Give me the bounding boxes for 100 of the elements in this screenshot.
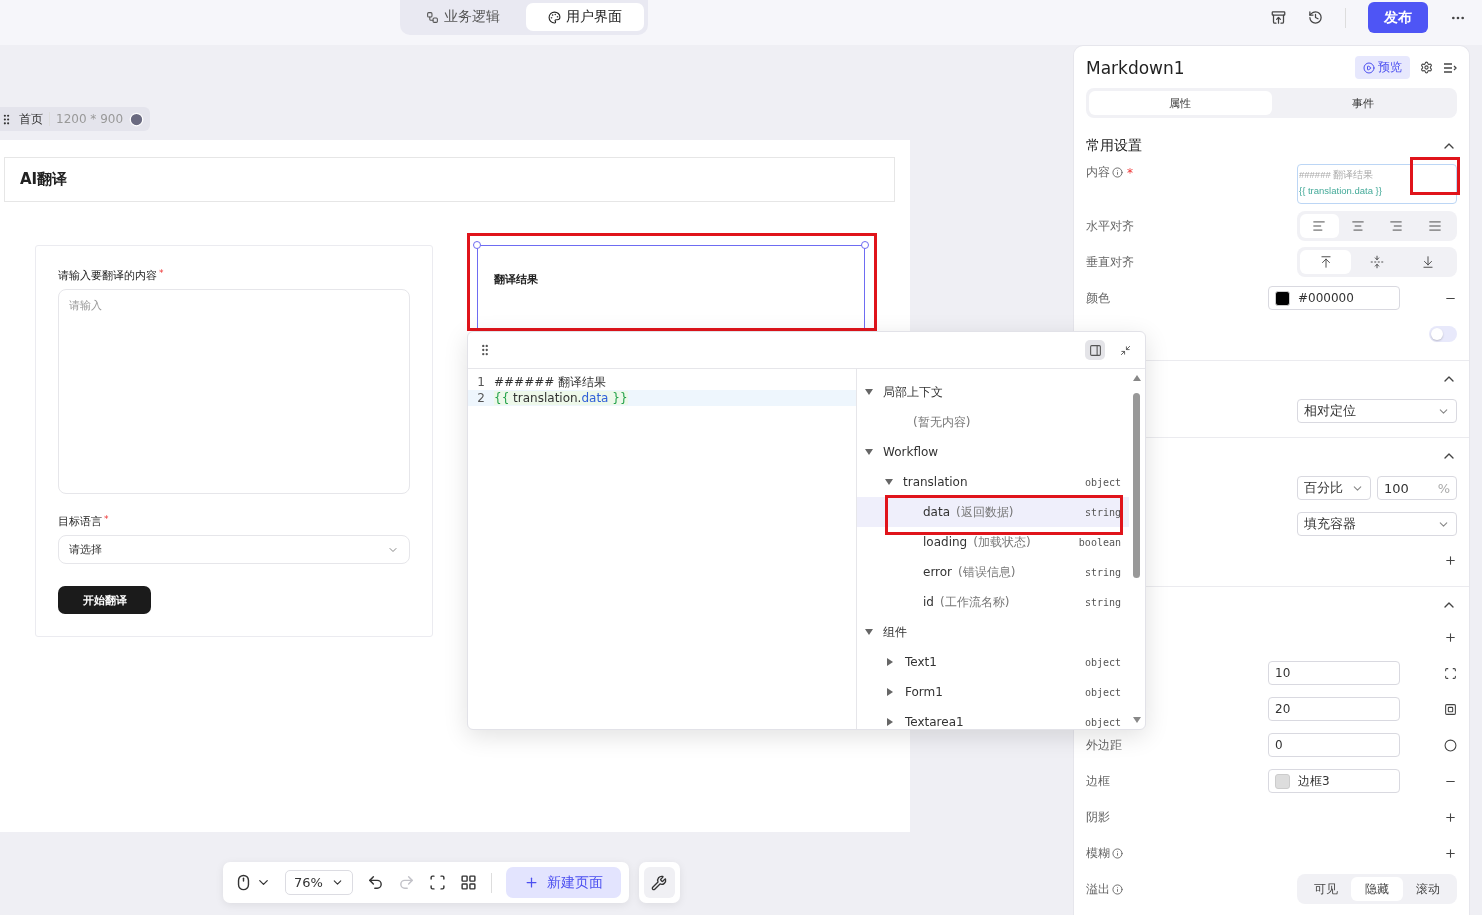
field-label: 目标语言 (58, 513, 102, 529)
nested-square-icon[interactable] (1444, 702, 1457, 716)
field-label: 边框 (1086, 772, 1110, 790)
fit-screen-icon[interactable] (428, 874, 446, 891)
field-label: 外边距 (1086, 736, 1122, 754)
tree-item[interactable]: translation object (857, 467, 1129, 497)
align-justify-icon (1427, 219, 1442, 233)
caret-icon[interactable] (887, 688, 893, 696)
page-size: 1200 * 900 (56, 112, 124, 126)
component-title: Markdown1 (1086, 57, 1185, 78)
plus-icon[interactable] (1444, 553, 1457, 567)
tree-item[interactable]: Form1 object (857, 677, 1129, 707)
select-field[interactable]: 相对定位 (1297, 399, 1457, 423)
tree-item[interactable]: Text1 object (857, 647, 1129, 677)
overflow-option[interactable]: 滚动 (1402, 877, 1454, 901)
caret-icon[interactable] (887, 658, 893, 666)
field-label: 模糊 (1086, 844, 1110, 862)
field-label: 请输入要翻译的内容 (58, 268, 157, 283)
required-mark: * (104, 513, 109, 526)
field-label: 垂直对齐 (1086, 253, 1134, 271)
color-field[interactable]: 边框3 (1268, 769, 1400, 793)
empty-note: (暂无内容) (913, 413, 971, 431)
wrench-icon[interactable] (643, 867, 675, 898)
code-line: ###### 翻译结果 (494, 373, 607, 391)
mode-tab[interactable]: 业务逻辑 (404, 3, 522, 31)
line-number: 2 (476, 391, 486, 405)
plus-icon[interactable] (1444, 810, 1457, 824)
plus-icon[interactable] (1444, 846, 1457, 860)
plus-icon[interactable] (1444, 630, 1457, 644)
resize-handle[interactable] (473, 241, 481, 249)
tree-item[interactable]: 组件 (857, 617, 1129, 647)
translate-button[interactable]: 开始翻译 (58, 586, 151, 614)
select-field[interactable]: 填充容器 (1297, 512, 1457, 536)
tree-item[interactable]: data (返回数据) string (857, 497, 1129, 527)
markdown-block[interactable]: 翻译结果 (477, 245, 865, 330)
field-label: 溢出 (1086, 880, 1110, 898)
color-field[interactable]: #000000 (1268, 286, 1400, 310)
field-label: 内容 (1086, 164, 1110, 181)
plus-icon (523, 875, 539, 890)
caret-icon[interactable] (887, 718, 893, 726)
select-placeholder: 请选择 (69, 542, 102, 558)
tree-item[interactable]: id (工作流名称) string (857, 587, 1129, 617)
align-bottom-icon (1421, 255, 1436, 269)
tree-item[interactable]: Textarea1 object (857, 707, 1129, 729)
select-field[interactable]: 请选择 (58, 534, 410, 565)
required-mark: * (159, 268, 164, 280)
field-label: 颜色 (1086, 289, 1110, 307)
publish-button[interactable]: 发布 (1368, 2, 1428, 33)
new-page-button[interactable]: 新建页面 (505, 867, 621, 898)
tree-item[interactable]: Workflow (857, 437, 1129, 467)
number-input[interactable]: 0 (1268, 733, 1400, 757)
preview-button[interactable]: 预览 (1355, 56, 1410, 80)
settings-icon[interactable] (1420, 61, 1433, 75)
tree-item[interactable]: loading (加载状态) boolean (857, 527, 1129, 557)
align-right-icon (1389, 219, 1404, 233)
caret-icon[interactable] (865, 389, 873, 395)
page-name: 首页 (19, 110, 43, 128)
unit-select[interactable]: 百分比 (1297, 476, 1371, 500)
align-middle-icon (1370, 255, 1384, 269)
select-value: 填充容器 (1304, 515, 1356, 533)
field-label: 水平对齐 (1086, 217, 1134, 235)
corners-icon[interactable] (1444, 666, 1457, 680)
field-label: 阴影 (1086, 808, 1110, 826)
page-chip[interactable]: 首页 1200 * 900 (0, 107, 151, 131)
tree-item[interactable]: 局部上下文 (857, 377, 1129, 407)
archive-icon[interactable] (1271, 10, 1286, 25)
undo-icon[interactable] (366, 874, 384, 891)
mouse-icon[interactable] (235, 874, 252, 891)
code-editor[interactable]: 1 ###### 翻译结果 2 {{ translation.data }} (468, 369, 857, 729)
caret-icon[interactable] (865, 449, 873, 455)
mode-tab[interactable]: 用户界面 (526, 3, 644, 31)
caret-icon[interactable] (865, 629, 873, 635)
zoom-select[interactable]: 76% (285, 870, 353, 895)
tree-item[interactable]: error (错误信息) string (857, 557, 1129, 587)
header-title: AI翻译 (20, 170, 68, 189)
palette-icon (548, 10, 561, 24)
overflow-option[interactable]: 隐藏 (1351, 877, 1403, 901)
toggle-switch[interactable] (1429, 326, 1457, 342)
number-input[interactable]: 20 (1268, 697, 1400, 721)
number-input[interactable]: 10 (1268, 661, 1400, 685)
align-left-icon (1312, 219, 1327, 233)
overflow-option[interactable]: 可见 (1300, 877, 1352, 901)
grid-icon[interactable] (459, 874, 477, 891)
select-value: 相对定位 (1304, 402, 1356, 420)
text-area[interactable]: 请输入 (58, 289, 410, 494)
caret-icon[interactable] (885, 479, 893, 485)
line-number: 1 (476, 375, 486, 389)
align-center-icon (1350, 219, 1365, 233)
collapse-panel-icon[interactable] (1443, 60, 1457, 75)
resize-handle[interactable] (861, 241, 869, 249)
select-value: 百分比 (1304, 479, 1343, 497)
panel-tab[interactable]: 事件 (1271, 90, 1454, 116)
align-top-icon (1318, 255, 1333, 269)
history-icon[interactable] (1308, 10, 1323, 25)
ring-icon[interactable] (1444, 738, 1457, 752)
nodes-icon (426, 10, 439, 24)
panel-tab[interactable]: 属性 (1089, 90, 1272, 116)
size-input[interactable]: 100 % (1377, 476, 1457, 500)
split-view-icon[interactable] (1085, 340, 1105, 360)
section-title: 常用设置 (1086, 137, 1142, 155)
